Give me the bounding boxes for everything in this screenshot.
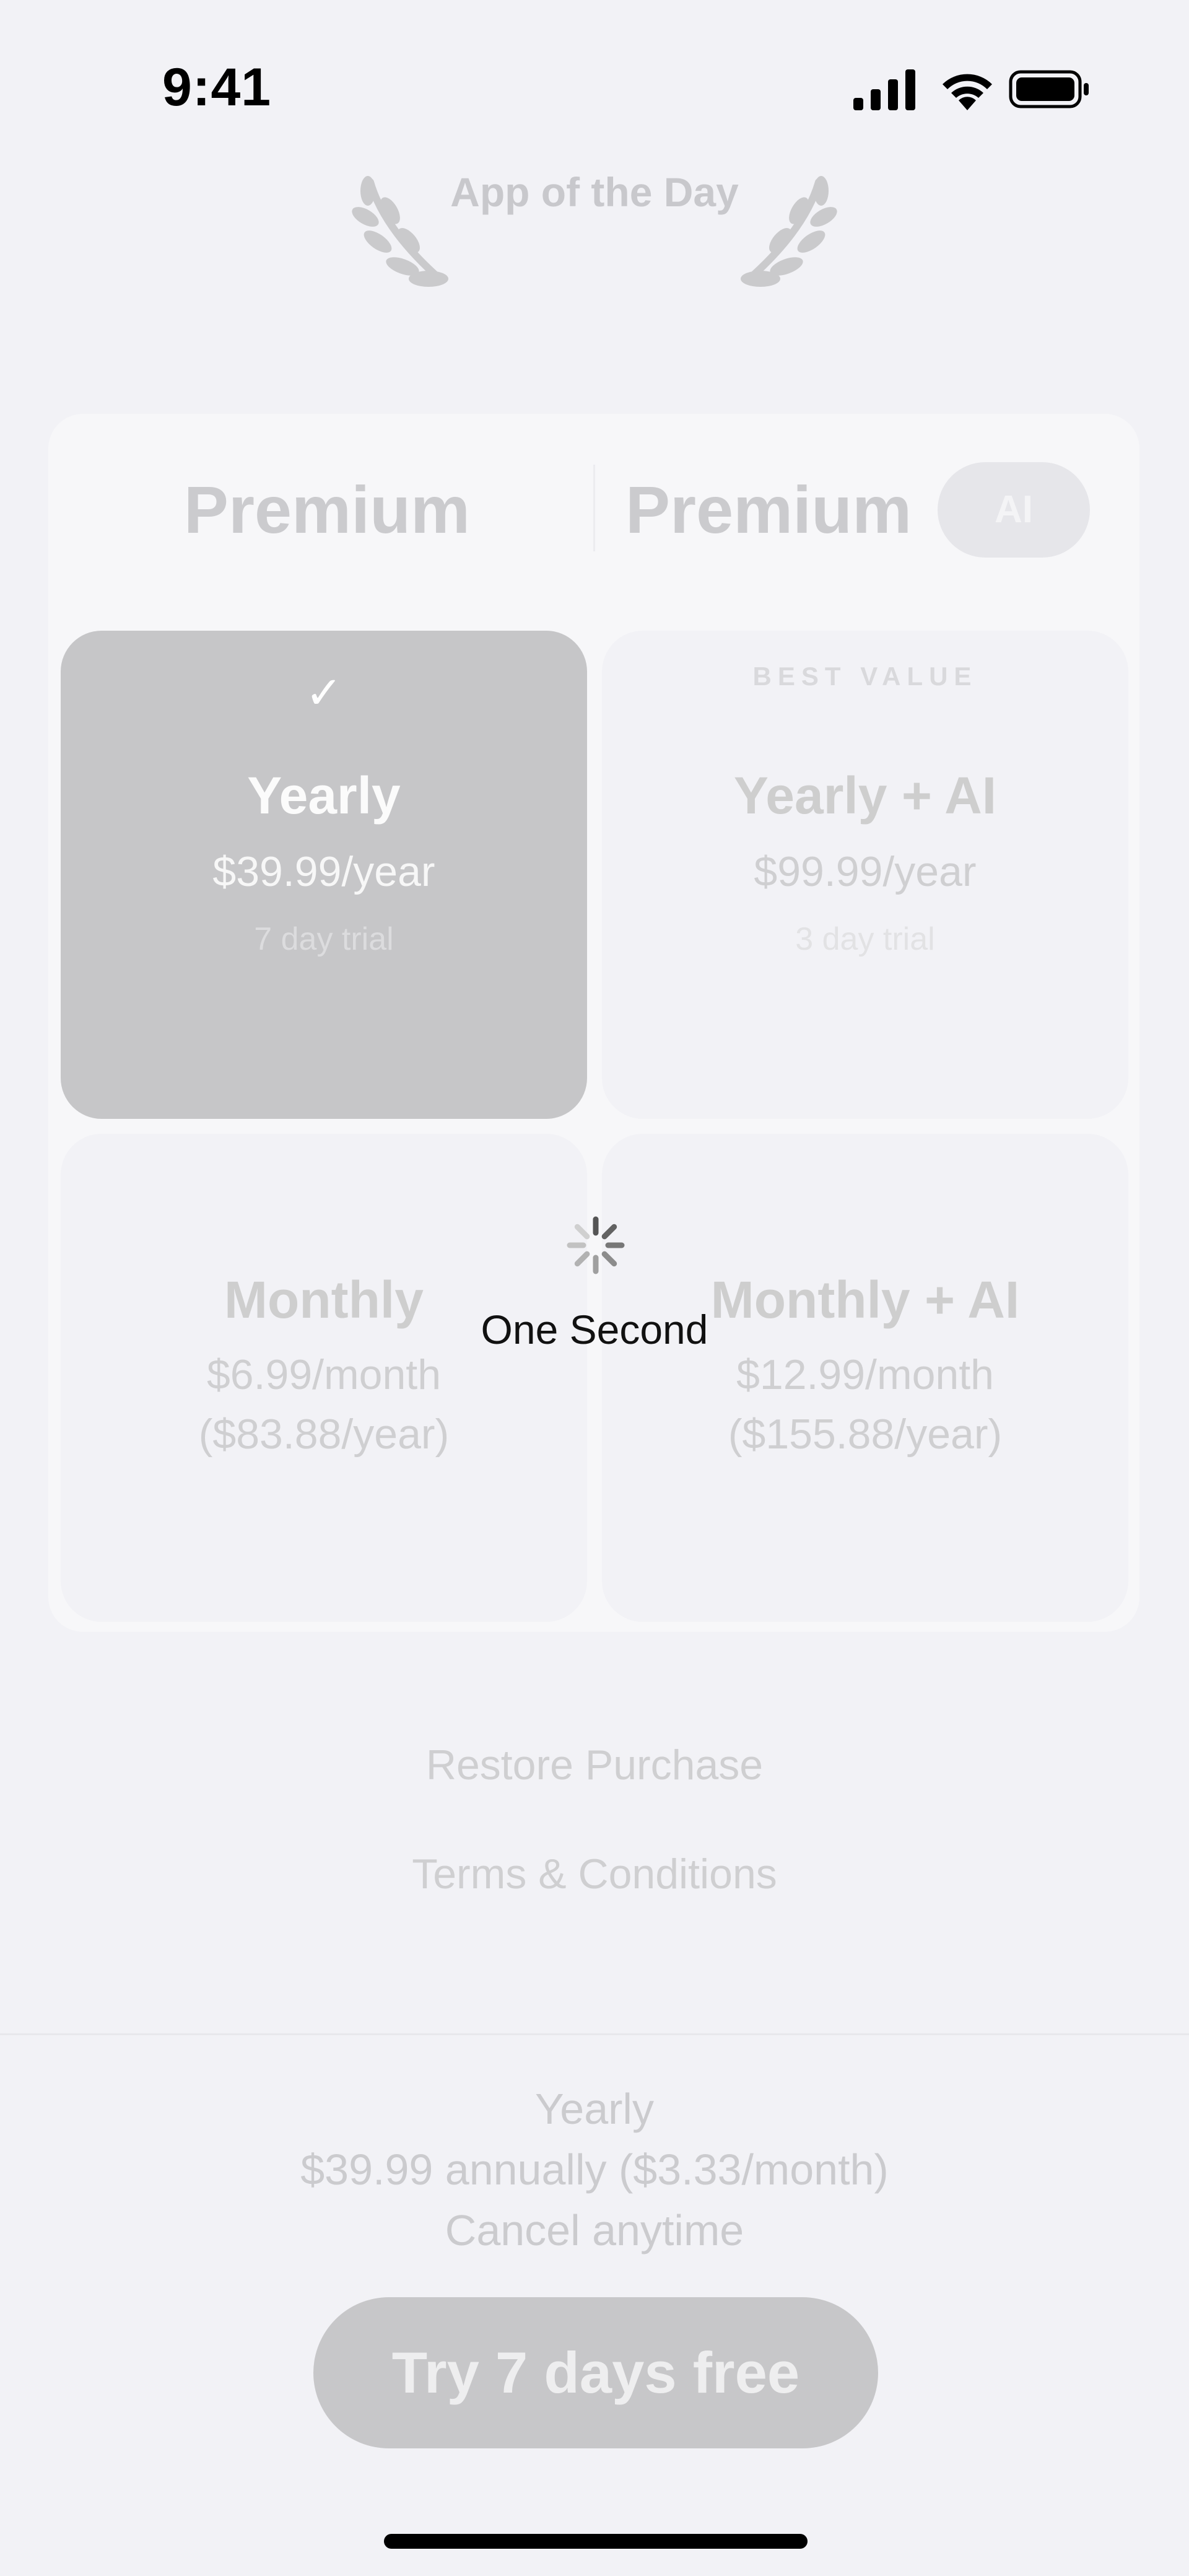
tab-premium-ai[interactable]: Premium: [625, 471, 935, 548]
plan-yearly-equivalent: ($155.88/year): [728, 1411, 1003, 1458]
plan-price: $39.99/year: [212, 848, 435, 895]
plan-card-monthly[interactable]: Monthly $6.99/month ($83.88/year): [61, 1134, 587, 1622]
plan-trial: 7 day trial: [254, 921, 394, 957]
try-free-button[interactable]: Try 7 days free: [313, 2297, 878, 2448]
status-time: 9:41: [162, 58, 272, 117]
tab-premium[interactable]: Premium: [74, 471, 580, 548]
tab-divider: [593, 465, 595, 551]
status-icons: [853, 69, 1089, 110]
laurel-right-icon: [741, 176, 837, 287]
terms-conditions-link[interactable]: Terms & Conditions: [223, 1850, 966, 1898]
signal-icon: [853, 69, 915, 110]
checkmark-icon: ✓: [305, 668, 343, 718]
plan-yearly-equivalent: ($83.88/year): [198, 1411, 450, 1458]
wifi-icon: [943, 74, 992, 110]
plan-card-monthly-ai[interactable]: Monthly + AI $12.99/month ($155.88/year): [602, 1134, 1128, 1622]
loading-spinner-icon: [567, 1216, 625, 1274]
plan-price: $12.99/month: [736, 1351, 994, 1398]
plan-name: Yearly + AI: [733, 766, 997, 825]
summary-plan: Yearly: [535, 2085, 654, 2133]
ai-badge[interactable]: AI: [938, 462, 1090, 558]
plan-trial: 3 day trial: [795, 921, 935, 957]
plan-card-yearly[interactable]: ✓ Yearly $39.99/year 7 day trial: [61, 631, 587, 1119]
home-indicator: [384, 2534, 808, 2549]
summary-price: $39.99 annually ($3.33/month): [300, 2145, 889, 2194]
plan-price: $6.99/month: [206, 1351, 442, 1398]
footer-divider: [0, 2033, 1189, 2035]
loading-text: One Second: [481, 1307, 708, 1352]
summary-cancel: Cancel anytime: [445, 2206, 744, 2254]
best-value-tag: BEST VALUE: [752, 662, 978, 691]
battery-icon: [1009, 70, 1089, 108]
plan-price: $99.99/year: [754, 848, 977, 895]
plan-card-yearly-ai[interactable]: BEST VALUE Yearly + AI $99.99/year 3 day…: [602, 631, 1128, 1119]
restore-purchase-link[interactable]: Restore Purchase: [223, 1741, 966, 1789]
plan-name: Yearly: [247, 766, 401, 825]
